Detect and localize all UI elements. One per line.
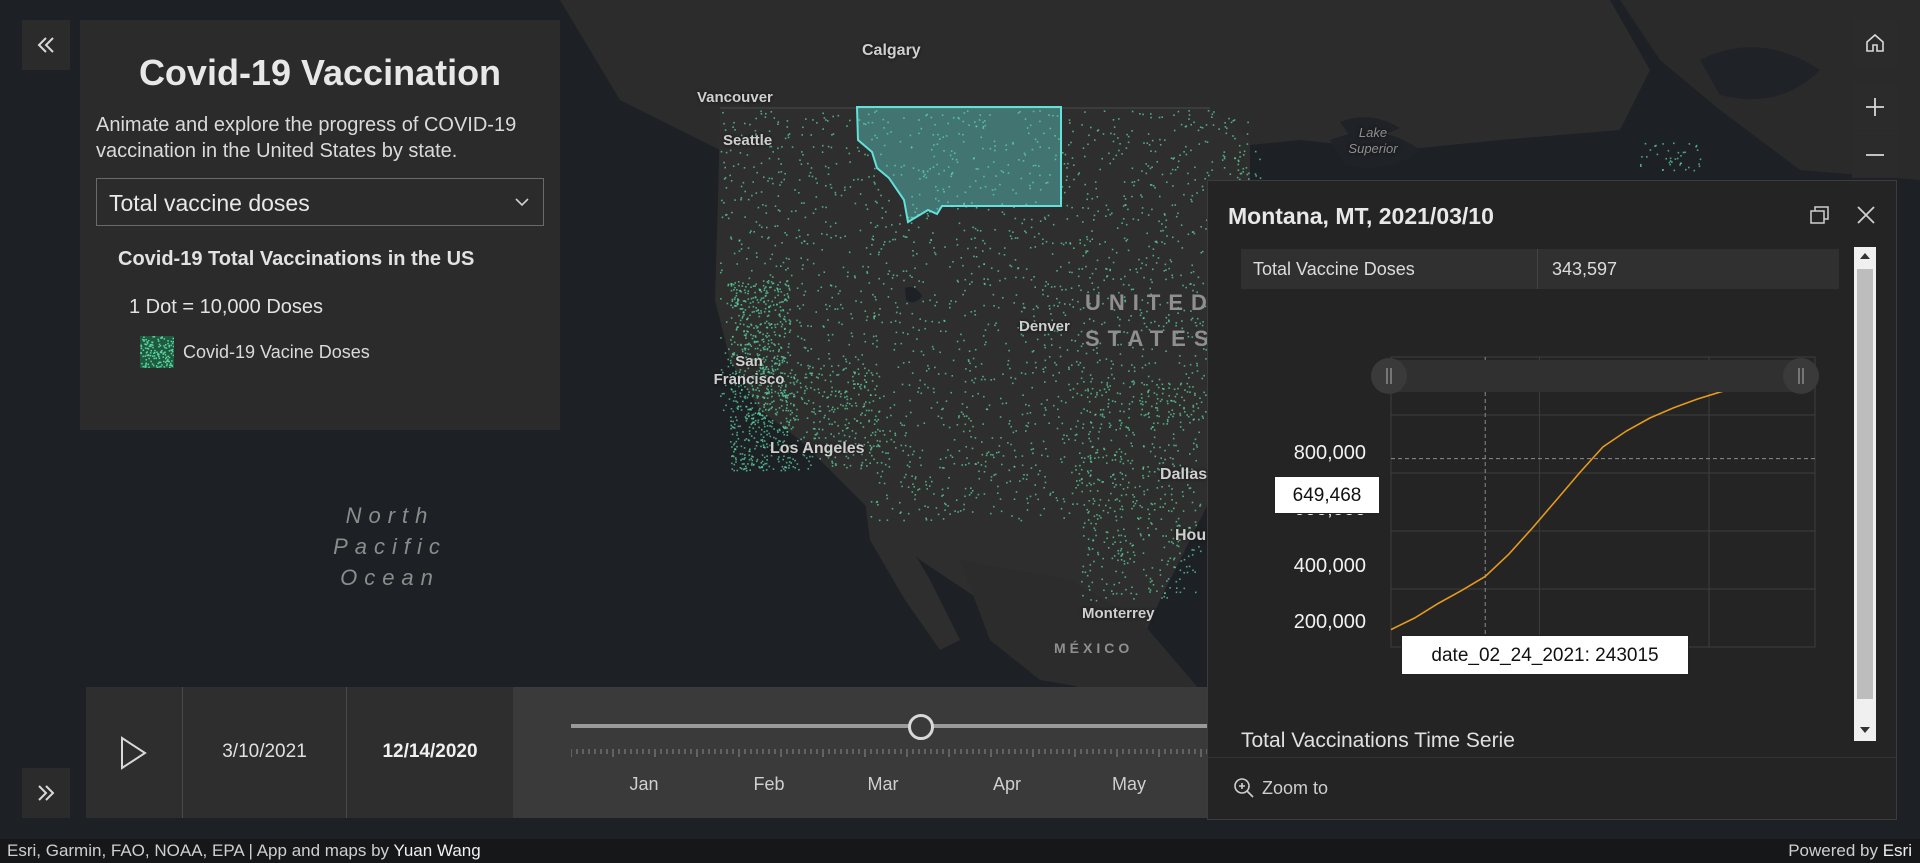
scroll-up-icon[interactable] [1859,251,1871,261]
chart-tooltip-text: date_02_24_2021: 243015 [1431,645,1659,666]
scroll-down-icon[interactable] [1859,725,1871,735]
app-description: Animate and explore the progress of COVI… [96,114,517,162]
range-handle-left[interactable] [1371,358,1407,394]
map-label-united: UNITED [1085,290,1215,315]
zoom-out-button[interactable] [1852,132,1898,178]
dock-icon[interactable] [1808,203,1832,227]
play-icon [121,736,147,770]
map-label-mexico: MÉXICO [1054,640,1134,656]
double-chevron-right-icon [38,785,55,801]
esri-link[interactable]: Esri [1883,841,1912,860]
zoom-in-button[interactable] [1852,84,1898,130]
map-label-denver: Denver [1019,318,1070,335]
play-button[interactable] [86,687,182,818]
app-title: Covid-19 Vaccination [138,52,502,93]
powered-by[interactable]: Powered by Esri [1788,841,1912,861]
info-panel: Covid-19 Vaccination Animate and explore… [80,20,560,430]
popup-title: Montana, MT, 2021/03/10 [1228,203,1494,229]
home-icon [1866,33,1884,52]
chevron-down-icon [515,198,529,207]
map-label-north-pacific-ocean: North Pacific Ocean [333,503,447,590]
month-label-feb: Feb [753,774,785,794]
plus-icon [1866,98,1884,116]
map-label-seattle: Seattle [723,132,773,149]
minus-icon [1866,154,1884,156]
range-handle-right[interactable] [1783,358,1819,394]
feature-popup: Montana, MT, 2021/03/10 Total Vaccine Do… [1207,180,1897,820]
expand-slider-button[interactable] [22,768,70,818]
legend-item-label: Covid-19 Vacine Doses [183,342,370,362]
map-label-calgary: Calgary [862,42,921,59]
scroll-thumb[interactable] [1857,269,1873,699]
chart-tooltip: date_02_24_2021: 243015 [1401,635,1689,675]
grip-icon [1386,368,1392,384]
popup-footer: Zoom to [1208,757,1896,820]
month-label-apr: Apr [992,774,1022,794]
range-selector[interactable] [1371,358,1819,394]
zoom-in-magnifier-icon [1234,778,1254,798]
slider-thumb[interactable] [908,714,934,740]
y-tick-label-400000: 400,000 [1293,555,1366,577]
map-label-dallas: Dallas [1160,466,1208,483]
map-label-houston: Hou [1175,527,1207,544]
month-label-jan: Jan [629,774,659,794]
author-link[interactable]: Yuan Wang [393,841,480,860]
grip-icon [1798,368,1804,384]
popup-scrollbar[interactable] [1854,247,1876,741]
metric-dropdown-value: Total vaccine doses [109,190,310,216]
month-label-may: May [1111,774,1147,794]
zoom-to-label: Zoom to [1262,778,1329,798]
legend-title: Covid-19 Total Vaccinations in the US [118,248,475,270]
slider-ticks [571,749,1310,757]
legend-swatch-icon [140,336,174,368]
current-date: 3/10/2021 [222,741,307,762]
popup-content: Total Vaccine Doses 343,597 800,000 600,… [1208,247,1840,747]
map-label-monterrey: Monterrey [1082,605,1155,622]
crosshair-value-label: 649,468 [1274,476,1380,514]
legend-dot-value: 1 Dot = 10,000 Doses [129,296,324,318]
double-chevron-left-icon [37,37,54,53]
y-tick-label-800000: 800,000 [1293,442,1366,464]
attribution-bar: Esri, Garmin, FAO, NOAA, EPA | App and m… [0,839,1920,863]
slider-track[interactable] [571,724,1311,728]
month-label-mar: Mar [867,774,899,794]
close-icon[interactable] [1854,203,1878,227]
current-date-cell: 3/10/2021 [182,687,346,818]
attribution-sources: Esri, Garmin, FAO, NOAA, EPA | App and m… [7,841,394,860]
map-label-los-angeles: Los Angeles [770,440,865,457]
collapse-panel-button[interactable] [22,20,70,70]
crosshair-value: 649,468 [1292,485,1362,506]
powered-by-prefix: Powered by [1788,841,1883,860]
start-date-cell: 12/14/2020 [346,687,513,818]
map-label-lake-superior: Lake Superior [1348,125,1398,156]
map-label-states: STATES [1085,326,1217,351]
y-tick-label-200000: 200,000 [1293,611,1366,633]
plot-frame [1390,356,1816,648]
home-button[interactable] [1852,20,1898,66]
attribution-text: Esri, Garmin, FAO, NOAA, EPA | App and m… [7,841,481,861]
start-date: 12/14/2020 [382,741,478,762]
chart-caption: Total Vaccinations Time Serie [1241,729,1515,747]
map-label-san-francisco: San Francisco [713,353,785,388]
series-line [1390,373,1816,631]
map-label-vancouver: Vancouver [697,89,773,106]
metric-dropdown[interactable]: Total vaccine doses [96,178,544,226]
